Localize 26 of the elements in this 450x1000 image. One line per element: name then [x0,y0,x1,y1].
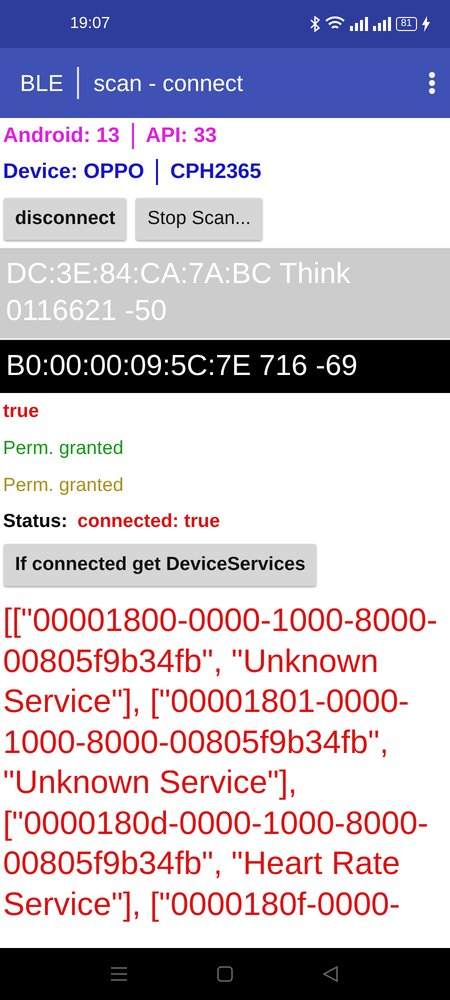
clock: 19:07 [70,15,110,33]
services-text: [["00001800-0000-1000-8000-00805f9b34fb", "Unknown Service"], ["00001801-0000-1000-8000-00805f9b34fb", "Unknown Service"], ["0000180d-0000-1000-8000-00805f9b34fb", "Heart Rate Service"], ["0000180f-0000- [2,601,438,924]
more-icon[interactable] [428,71,436,95]
message-text: true [3,400,39,422]
message-text: Perm. granted [3,438,124,460]
signal-icon [350,17,368,31]
back-icon[interactable] [323,966,339,982]
status-value: connected: true [77,511,220,533]
charging-icon [422,16,430,32]
app-title: BLE [20,70,64,96]
info-value: CPH2365 [170,160,262,184]
info-value: API: 33 [146,124,217,148]
signal-icon [372,17,391,31]
home-icon[interactable] [217,966,233,982]
info-label: Device: OPPO [3,160,144,184]
message-text: Perm. granted [3,474,124,496]
menu-icon[interactable] [111,967,127,981]
battery-level: 81 [396,17,417,31]
status-label: Status: [3,511,68,533]
info-label: Android: 13 [3,124,120,148]
app-subtitle: scan - connect [93,70,244,96]
bluetooth-icon [310,16,320,32]
action-button[interactable]: Stop Scan... [136,198,262,240]
device-row[interactable]: B0:00:00:09:5C:7E 716 -69 [0,340,450,393]
action-button[interactable]: disconnect [4,198,126,240]
services-button[interactable]: If connected get DeviceServices [4,544,316,586]
